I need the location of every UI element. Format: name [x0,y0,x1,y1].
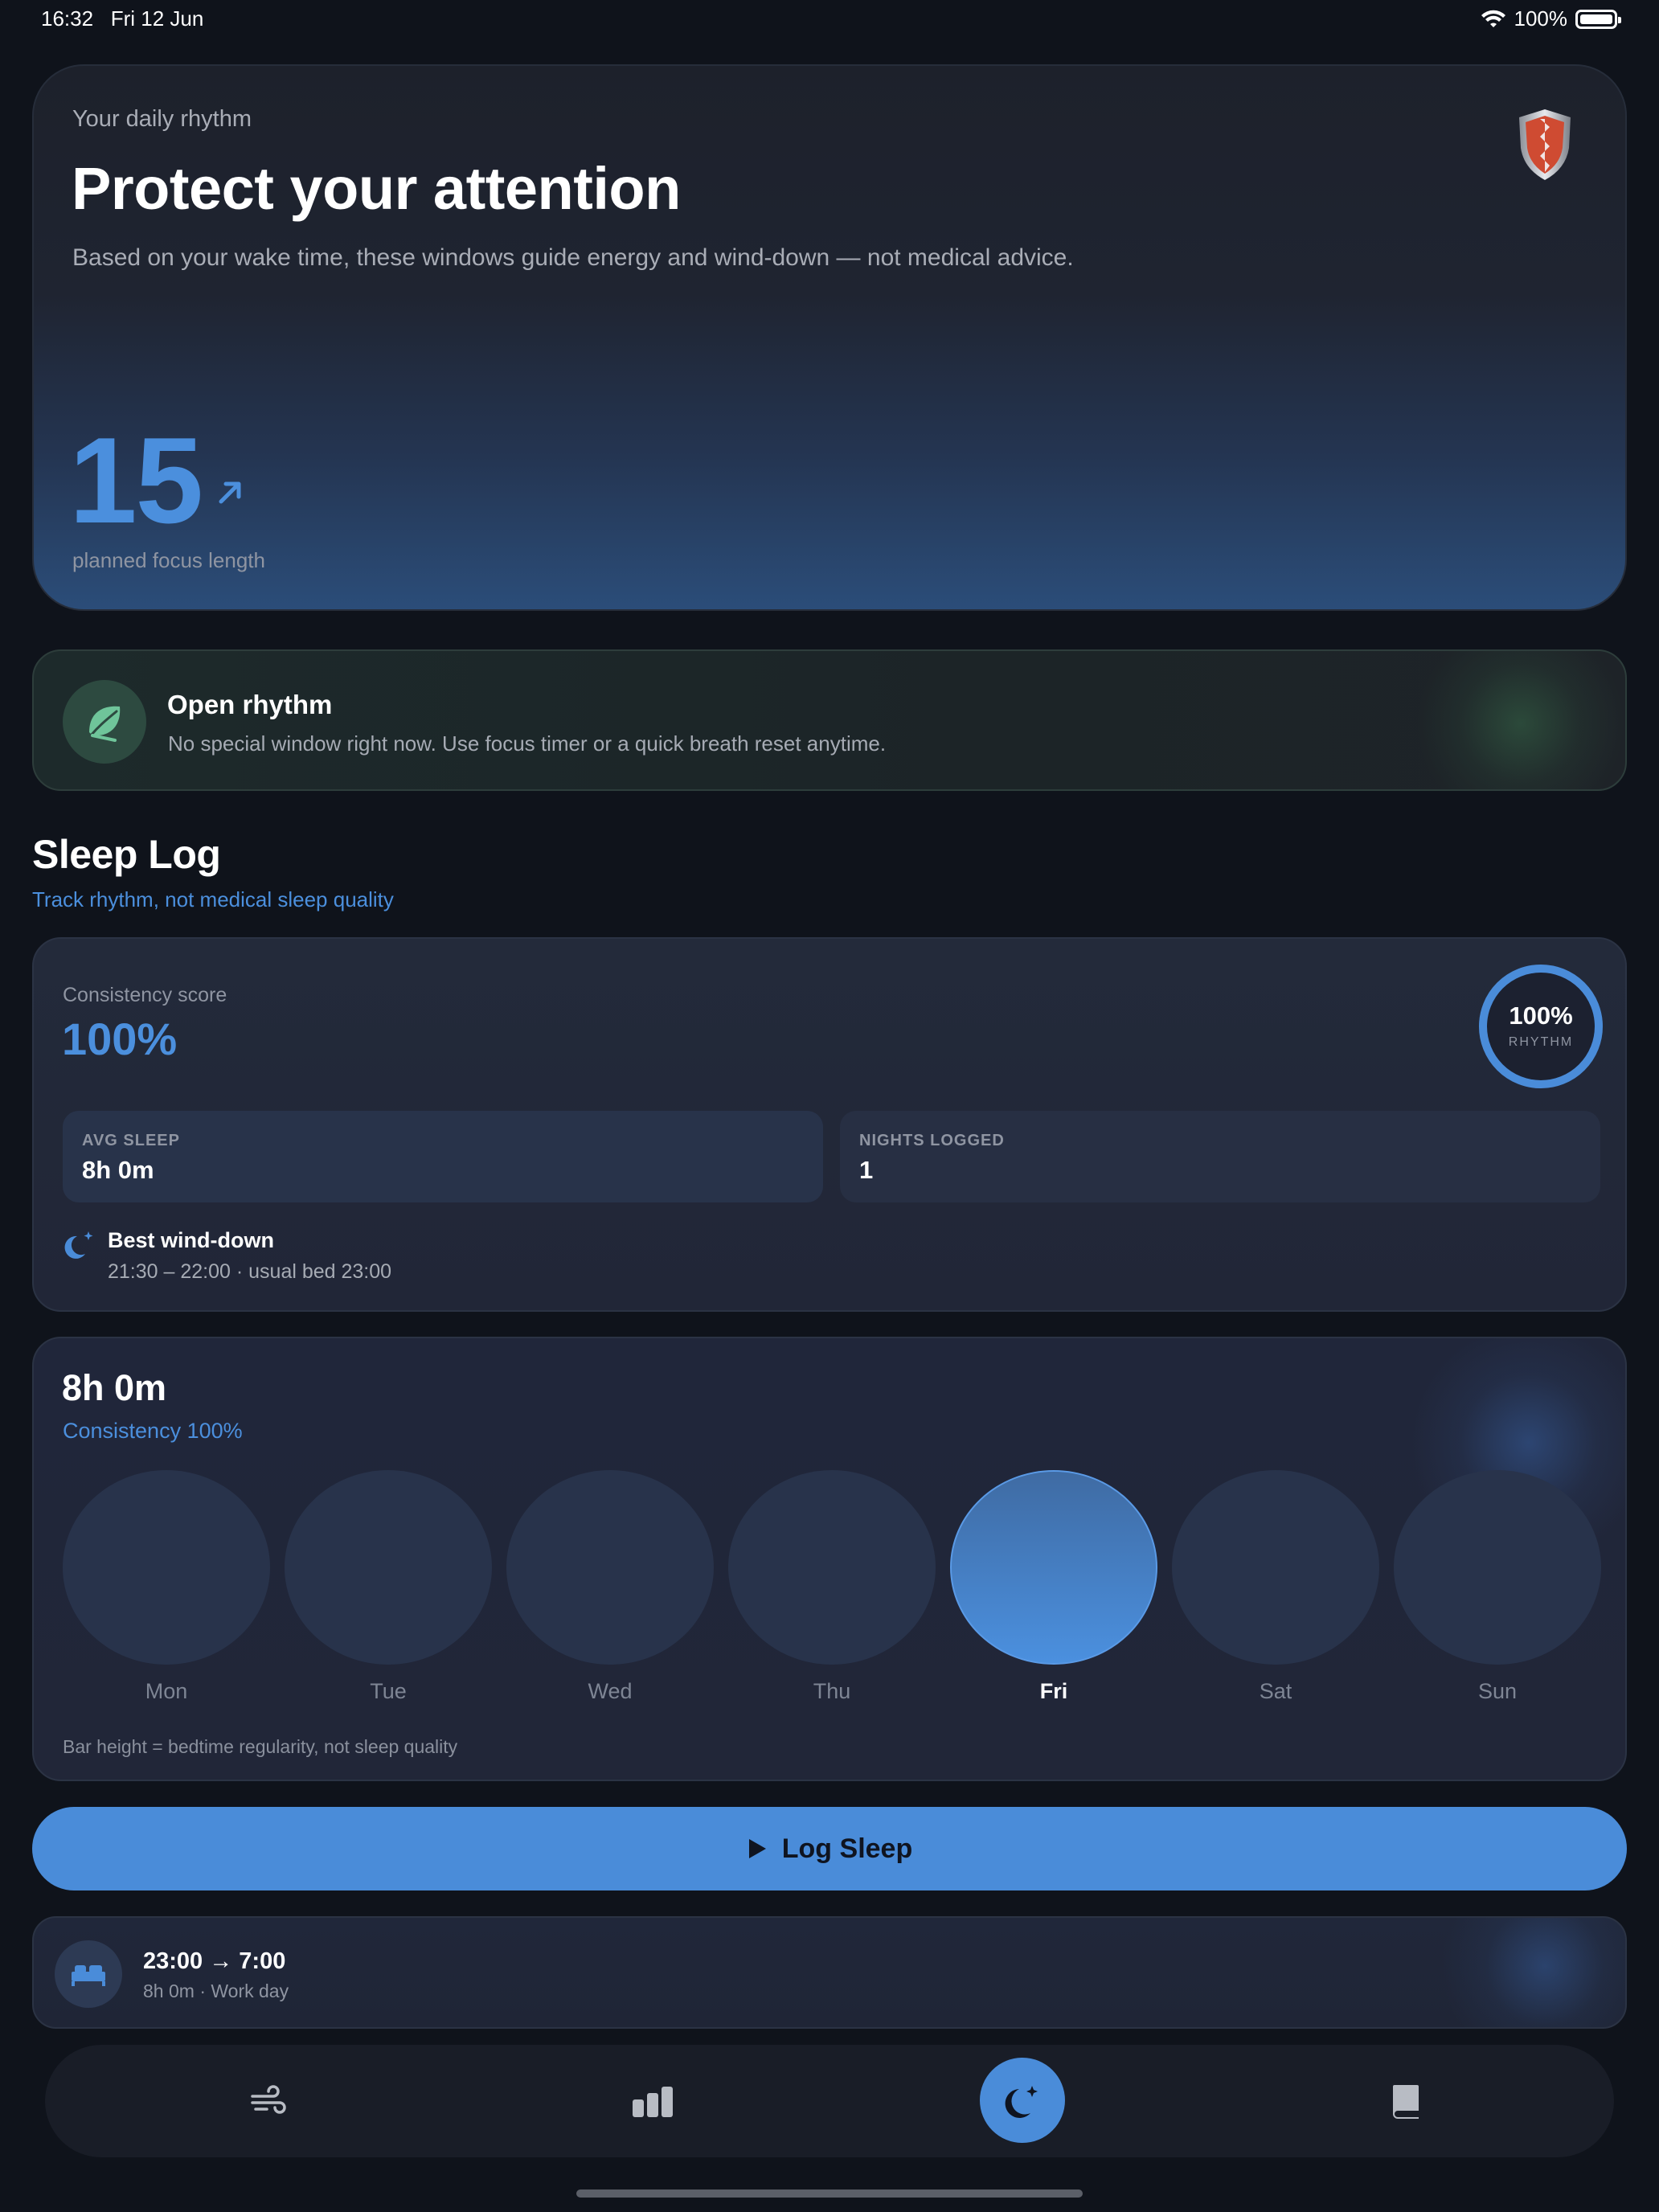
focus-length-label: planned focus length [72,548,265,572]
stat-value: 1 [859,1156,874,1184]
leaf-icon [89,706,121,742]
stat-label: AVG SLEEP [82,1132,180,1149]
week-note: Bar height = bedtime regularity, not sle… [63,1736,458,1757]
journal-icon [1393,2085,1419,2119]
day-bubble [728,1470,936,1665]
sleep-log-subtitle: Track rhythm, not medical sleep quality [32,887,394,911]
tab-stats[interactable] [621,2069,686,2133]
stat-label: NIGHTS LOGGED [859,1132,1005,1149]
day-label: Sun [1477,1679,1518,1703]
day-label: Thu [813,1679,851,1703]
tab-sleep[interactable] [980,2058,1065,2143]
day-label: Wed [588,1679,633,1703]
hero-title: Protect your attention [72,155,681,222]
entry-glow [1440,1918,1625,2027]
moon-stars-icon [64,1231,93,1259]
date-text: Fri 12 Jun [110,6,204,31]
consistency-label: Consistency score [63,984,227,1006]
bed-icon-badge [55,1940,122,2008]
day-bubble [1394,1470,1601,1665]
day-bubble [285,1470,492,1665]
tab-journal[interactable] [1374,2069,1438,2133]
week-hours: 8h 0m [62,1367,167,1408]
wind-icon [251,2085,286,2114]
day-label: Fri [1039,1679,1068,1703]
battery-icon [1575,9,1621,29]
rhythm-description: No special window right now. Use focus t… [168,731,887,756]
open-rhythm-card[interactable]: Open rhythm No special window right now.… [32,649,1627,791]
status-bar: 16:32 Fri 12 Jun 100% [0,0,1659,40]
day-column-sat[interactable]: Sat [1172,1470,1379,1704]
leaf-icon-badge [63,680,146,764]
day-label: Tue [370,1679,407,1703]
entry-time-range: 23:00 → 7:00 [143,1948,286,1974]
rhythm-glow [1416,651,1625,789]
day-column-tue[interactable]: Tue [285,1470,492,1704]
stat-value: 8h 0m [82,1156,154,1184]
shield-icon[interactable] [1516,108,1574,182]
sleep-entry-row[interactable]: 23:00 → 7:00 8h 0m · Work day [32,1916,1627,2029]
play-icon [748,1839,766,1858]
tab-breathe[interactable] [236,2069,301,2133]
tab-bar [45,2045,1614,2157]
log-sleep-button[interactable]: Log Sleep [32,1807,1627,1890]
day-label: Sat [1259,1679,1292,1703]
log-sleep-label: Log Sleep [781,1833,913,1864]
day-column-fri[interactable]: Fri [950,1470,1157,1704]
day-bubble [63,1470,270,1665]
day-label: Mon [145,1679,188,1703]
wind-down-title: Best wind-down [108,1228,274,1252]
clock-text: 16:32 [41,6,94,31]
day-column-mon[interactable]: Mon [63,1470,270,1704]
avg-sleep-stat: AVG SLEEP 8h 0m [63,1111,823,1202]
arrow-up-right-icon [219,481,241,504]
consistency-value: 100% [62,1014,178,1064]
wifi-icon [1481,10,1505,27]
rhythm-title: Open rhythm [167,690,333,719]
day-bubble [506,1470,714,1665]
battery-percent: 100% [1514,6,1568,31]
hero-description: Based on your wake time, these windows g… [72,244,1074,271]
day-column-wed[interactable]: Wed [506,1470,714,1704]
consistency-card: Consistency score 100% 100% RHYTHM AVG S… [32,937,1627,1312]
day-bubble [950,1470,1157,1665]
stats-icon [633,2087,673,2117]
wind-down-detail: 21:30 – 22:00 · usual bed 23:00 [108,1260,392,1283]
week-consistency: Consistency 100% [63,1419,243,1443]
hero-overline: Your daily rhythm [72,106,252,132]
home-indicator[interactable] [576,2189,1083,2198]
bed-icon [72,1965,105,1986]
nights-logged-stat: NIGHTS LOGGED 1 [840,1111,1600,1202]
entry-detail: 8h 0m · Work day [143,1981,289,2001]
ring-value: 100% [1509,1002,1573,1030]
focus-length-value: 15 [69,412,203,549]
sleep-log-title: Sleep Log [32,832,221,877]
hero-card: Your daily rhythm Protect your attention… [32,64,1627,611]
day-bubble [1172,1470,1379,1665]
weekly-rhythm-card: 8h 0m Consistency 100% Mon Tue Wed Thu Fri Sa… [32,1337,1627,1781]
day-column-sun[interactable]: Sun [1394,1470,1601,1704]
status-indicators: 100% [1481,6,1621,31]
status-time: 16:32 Fri 12 Jun [41,6,203,31]
day-column-thu[interactable]: Thu [728,1470,936,1704]
ring-label: RHYTHM [1508,1035,1574,1049]
moon-icon [1005,2086,1038,2118]
